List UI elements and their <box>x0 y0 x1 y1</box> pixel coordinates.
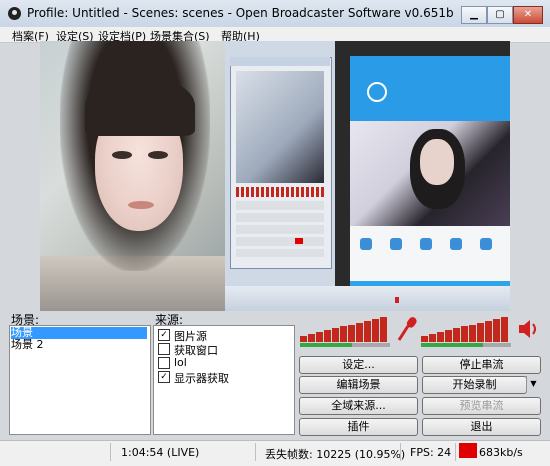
global-sources-button[interactable]: 全域来源... <box>299 397 418 415</box>
bitrate-readout: 683kb/s <box>479 446 523 459</box>
meter-segment <box>348 325 355 342</box>
meter-segment <box>469 325 476 342</box>
preview-stream-button[interactable]: 预览串流 <box>422 397 541 415</box>
meter-segment <box>308 334 315 342</box>
minimize-button[interactable]: ▁ <box>461 6 487 24</box>
meter-segment <box>445 330 452 342</box>
close-button[interactable]: ✕ <box>513 6 543 24</box>
play-icon <box>367 82 387 102</box>
speaker-icon[interactable] <box>517 316 539 342</box>
plugins-button[interactable]: 插件 <box>299 418 418 436</box>
fps-readout: FPS: 24 <box>410 446 452 459</box>
microphone-volume-meter[interactable] <box>300 316 390 342</box>
meter-segment <box>453 328 460 342</box>
bitrate-status-indicator <box>459 443 477 458</box>
stream-preview[interactable] <box>40 41 510 311</box>
meter-segment <box>380 317 387 342</box>
meter-segment <box>429 334 436 342</box>
stream-time: 1:04:54 (LIVE) <box>121 446 200 459</box>
dropped-frames: 丢失帧数: 10225 (10.95%) <box>265 448 406 461</box>
meter-segment <box>372 319 379 342</box>
meter-segment <box>477 323 484 342</box>
meter-segment <box>501 317 508 342</box>
meter-segment <box>421 336 428 342</box>
meter-segment <box>461 326 468 342</box>
stop-stream-button[interactable]: 停止串流 <box>422 356 541 374</box>
edit-scene-button[interactable]: 编辑场景 <box>299 376 418 394</box>
source-checkbox[interactable] <box>158 357 170 369</box>
meter-segment <box>324 330 331 342</box>
meter-segment <box>364 321 371 342</box>
exit-button[interactable]: 退出 <box>422 418 541 436</box>
meter-segment <box>485 321 492 342</box>
source-checkbox[interactable]: ✓ <box>158 329 170 341</box>
meter-segment <box>493 319 500 342</box>
source-checkbox[interactable] <box>158 343 170 355</box>
meter-segment <box>437 332 444 342</box>
meter-segment <box>356 323 363 342</box>
window-title: Profile: Untitled - Scenes: scenes - Ope… <box>27 6 454 20</box>
maximize-button[interactable]: ▢ <box>487 6 513 24</box>
microphone-icon[interactable] <box>396 316 418 342</box>
obs-logo-icon <box>8 7 21 20</box>
scene-item[interactable]: 场景 2 <box>11 339 147 351</box>
speaker-level-bar <box>421 343 483 347</box>
start-recording-button[interactable]: 开始录制 <box>422 376 527 394</box>
speaker-volume-meter[interactable] <box>421 316 511 342</box>
source-checkbox[interactable]: ✓ <box>158 371 170 383</box>
meter-segment <box>340 326 347 342</box>
microphone-level-bar <box>300 343 352 347</box>
meter-segment <box>300 336 307 342</box>
meter-segment <box>332 328 339 342</box>
settings-button[interactable]: 设定... <box>299 356 418 374</box>
recording-dropdown-arrow-icon[interactable]: ▼ <box>526 376 540 392</box>
meter-segment <box>316 332 323 342</box>
